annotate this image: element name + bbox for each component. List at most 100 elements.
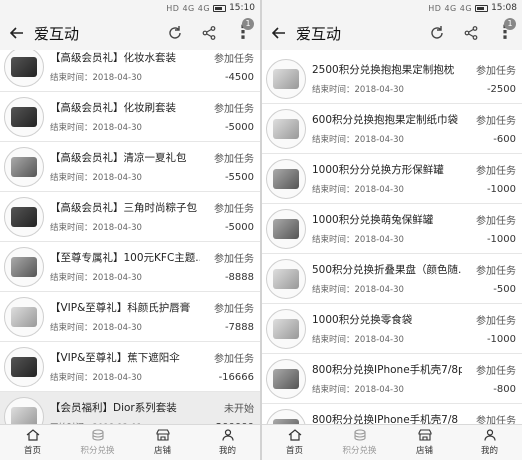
list-item[interactable]: 1000积分兑换零食袋 结束时间：2018-04-30 参加任务 -1000 — [262, 304, 522, 354]
item-date: 结束时间：2018-04-30 — [50, 123, 142, 133]
tab-coins[interactable]: 积分兑换 — [65, 425, 130, 460]
item-status-link[interactable]: 参加任务 — [462, 212, 516, 227]
item-title: 【至尊专属礼】100元KFC主题... — [50, 252, 200, 264]
more-menu-button[interactable]: ⋮ 1 — [226, 16, 260, 50]
list-item[interactable]: 【VIP&至尊礼】科颜氏护唇膏 结束时间：2018-04-30 参加任务 -7888 — [0, 292, 260, 342]
item-info: 800积分兑换IPhone手机壳7/8p... 结束时间：2018-04-30 — [312, 362, 462, 395]
product-image — [273, 318, 299, 339]
list-item[interactable]: 2500积分兑换抱抱果定制抱枕 结束时间：2018-04-30 参加任务 -2500 — [262, 54, 522, 104]
item-status-link[interactable]: 参加任务 — [200, 350, 254, 365]
product-thumbnail — [4, 296, 44, 337]
item-side: 参加任务 -2500 — [462, 62, 516, 95]
tab-coins[interactable]: 积分兑换 — [327, 425, 392, 460]
app-bar: 爱互动 ⋮ 1 — [0, 16, 260, 50]
tab-store[interactable]: 店铺 — [392, 425, 457, 460]
list-item[interactable]: 800积分兑换IPhone手机壳7/8p... 结束时间：2018-04-30 参加… — [262, 354, 522, 404]
product-thumbnail — [4, 146, 44, 187]
item-points: -5000 — [224, 222, 254, 233]
tab-label: 我的 — [218, 446, 236, 456]
list-item[interactable]: 500积分兑换折叠果盘（颜色随... 结束时间：2018-04-30 参加任务 -50… — [262, 254, 522, 304]
item-status-link[interactable]: 参加任务 — [200, 300, 254, 315]
signal-icons: HD 4G 4G — [428, 3, 473, 13]
product-thumbnail — [4, 196, 44, 237]
item-status-link[interactable]: 参加任务 — [462, 262, 516, 277]
tab-home[interactable]: 首页 — [0, 425, 65, 460]
item-points: -16666 — [218, 372, 254, 383]
item-info: 【高级会员礼】化妆水套装 结束时间：2018-04-30 — [50, 50, 200, 83]
item-info: 1000积分分兑换方形保鲜罐 结束时间：2018-04-30 — [312, 162, 462, 195]
list-item[interactable]: 1000积分分兑换方形保鲜罐 结束时间：2018-04-30 参加任务 -1000 — [262, 154, 522, 204]
item-side: 参加任务-800 — [462, 362, 516, 395]
arrow-left-icon — [10, 27, 23, 39]
list-item[interactable]: 【高级会员礼】三角时尚粽子包 结束时间：2018-04-30 参加任务 -5000 — [0, 192, 260, 242]
product-thumbnail — [4, 396, 44, 424]
item-date: 结束时间：2018-04-30 — [312, 185, 404, 195]
item-status-link[interactable]: 参加任务 — [200, 150, 254, 165]
item-title: 800积分兑换IPhone手机壳7/8 — [312, 414, 459, 424]
item-status-link[interactable]: 参加任务 — [462, 62, 516, 77]
task-list: 2500积分兑换抱抱果定制抱枕 结束时间：2018-04-30 参加任务 -2500 6… — [262, 50, 522, 424]
item-info: 500积分兑换折叠果盘（颜色随... 结束时间：2018-04-30 — [312, 262, 462, 295]
product-image — [273, 368, 299, 389]
item-date: 结束时间：2018-04-30 — [50, 373, 142, 383]
list-item[interactable]: 【VIP&至尊礼】蕉下遮阳伞 结束时间：2018-04-30 参加任务 -16666 — [0, 342, 260, 392]
tab-user[interactable]: 我的 — [457, 425, 522, 460]
item-status-link[interactable]: 参加任务 — [200, 50, 254, 65]
share-button[interactable] — [192, 16, 226, 50]
item-status-link[interactable]: 未开始 — [200, 400, 254, 415]
item-status-link[interactable]: 参加任务 — [462, 412, 516, 424]
item-info: 1000积分兑换零食袋 结束时间：2018-04-30 — [312, 312, 462, 345]
item-side: 参加任务-800 — [462, 412, 516, 424]
item-status-link[interactable]: 参加任务 — [200, 200, 254, 215]
product-thumbnail — [266, 108, 306, 149]
product-thumbnail — [4, 346, 44, 387]
list-item[interactable]: 【高级会员礼】化妆刷套装 结束时间：2018-04-30 参加任务 -5000 — [0, 92, 260, 142]
item-side: 参加任务 -5000 — [200, 200, 254, 233]
product-thumbnail — [4, 50, 44, 87]
item-side: 参加任务 -600 — [462, 112, 516, 145]
status-time: 15:08 — [491, 3, 517, 13]
item-title: 【会员福利】Dior系列套装 — [50, 402, 177, 414]
product-image — [273, 68, 299, 89]
product-image — [273, 268, 299, 289]
item-status-link[interactable]: 参加任务 — [462, 112, 516, 127]
item-status-link[interactable]: 参加任务 — [462, 162, 516, 177]
list-item[interactable]: 【高级会员礼】清凉一夏礼包 结束时间：2018-04-30 参加任务 -5500 — [0, 142, 260, 192]
item-status-link[interactable]: 参加任务 — [200, 100, 254, 115]
tab-store[interactable]: 店铺 — [130, 425, 195, 460]
item-status-link[interactable]: 参加任务 — [462, 362, 516, 377]
more-menu-button[interactable]: ⋮ 1 — [488, 16, 522, 50]
item-points: -1000 — [486, 184, 516, 195]
list-item[interactable]: 600积分兑换抱抱果定制纸巾袋 结束时间：2018-04-30 参加任务 -600 — [262, 104, 522, 154]
list-item[interactable]: 【高级会员礼】化妆水套装 结束时间：2018-04-30 参加任务 -4500 — [0, 50, 260, 92]
back-button[interactable] — [0, 16, 34, 50]
coins-icon — [91, 429, 105, 441]
list-item[interactable]: 【至尊专属礼】100元KFC主题... 结束时间：2018-04-30 参加任务 -8… — [0, 242, 260, 292]
item-date: 结束时间：2018-04-30 — [312, 85, 404, 95]
status-bar: HD 4G 4G 15:08 — [262, 0, 522, 16]
back-button[interactable] — [262, 16, 296, 50]
bottom-tab-bar: 首页 积分兑换 店铺 我的 — [0, 424, 260, 460]
task-list: 【高级会员礼】化妆水套装 结束时间：2018-04-30 参加任务 -4500 【高级会… — [0, 50, 260, 424]
item-status-link[interactable]: 参加任务 — [462, 312, 516, 327]
item-points: -1000 — [486, 334, 516, 345]
tab-user[interactable]: 我的 — [195, 425, 260, 460]
refresh-button[interactable] — [420, 16, 454, 50]
refresh-button[interactable] — [158, 16, 192, 50]
item-title: 【高级会员礼】三角时尚粽子包 — [50, 202, 197, 214]
share-button[interactable] — [454, 16, 488, 50]
store-icon — [155, 429, 170, 441]
item-title: 500积分兑换折叠果盘（颜色随... — [312, 264, 462, 276]
product-image — [11, 356, 37, 377]
item-date: 结束时间：2018-04-30 — [312, 335, 404, 345]
home-icon — [288, 429, 302, 441]
item-date: 结束时间：2018-04-30 — [312, 135, 404, 145]
bottom-tab-bar: 首页 积分兑换 店铺 我的 — [262, 424, 522, 460]
list-item[interactable]: 800积分兑换IPhone手机壳7/8结束时间：2018-04-30参加任务-8… — [262, 404, 522, 424]
item-status-link[interactable]: 参加任务 — [200, 250, 254, 265]
tab-home[interactable]: 首页 — [262, 425, 327, 460]
list-item[interactable]: 【会员福利】Dior系列套装开始时间：2018-12-01未开始-200000 — [0, 392, 260, 424]
signal-icons: HD 4G 4G — [166, 3, 211, 13]
list-item[interactable]: 1000积分兑换萌兔保鲜罐 结束时间：2018-04-30 参加任务 -1000 — [262, 204, 522, 254]
battery-icon — [213, 4, 227, 12]
